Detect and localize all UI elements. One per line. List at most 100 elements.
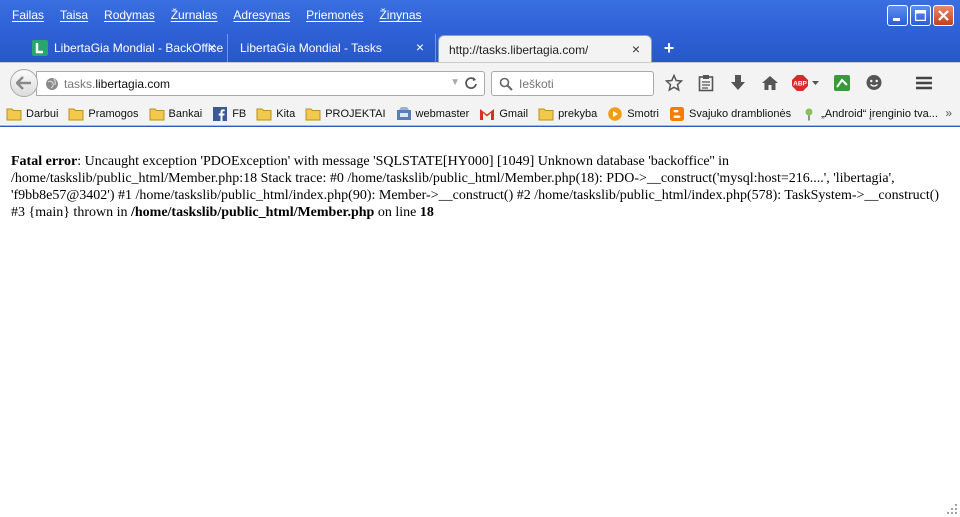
error-line: 18 — [419, 205, 434, 220]
menu-tools[interactable]: Priemonės — [298, 6, 371, 24]
open-menu-button[interactable] — [912, 71, 936, 95]
bookmark-android[interactable]: „Android“ įrenginio tva... — [801, 107, 938, 121]
minimize-icon — [893, 18, 900, 21]
menu-help[interactable]: Žinynas — [371, 6, 429, 24]
chat-button[interactable] — [862, 71, 886, 95]
webmaster-icon — [396, 106, 411, 120]
menu-bar: Failas Taisa Rodymas Žurnalas Adresynas … — [4, 6, 430, 24]
page-content: Fatal error: Uncaught exception 'PDOExce… — [0, 127, 960, 517]
bookmark-label: Bankai — [168, 107, 203, 120]
tab-label: LibertaGia Mondial - BackOffice — [54, 41, 224, 55]
bookmark-folder-kita[interactable]: Kita — [256, 107, 295, 121]
download-arrow-icon — [731, 75, 745, 90]
folder-icon — [6, 108, 22, 120]
menu-view[interactable]: Rodymas — [96, 6, 163, 24]
close-icon — [938, 10, 949, 21]
bookmark-fb[interactable]: FB — [212, 106, 247, 121]
new-tab-button[interactable]: + — [660, 39, 678, 57]
folder-icon — [538, 108, 554, 120]
folder-icon — [149, 108, 165, 120]
globe-icon — [46, 77, 58, 90]
bookmark-folder-projektai[interactable]: PROJEKTAI — [305, 107, 386, 121]
bookmark-label: PROJEKTAI — [325, 107, 386, 120]
tab-close-icon[interactable]: × — [205, 40, 219, 54]
bookmark-label: Smotri — [627, 107, 659, 120]
bookmark-label: prekyba — [558, 107, 598, 120]
adblock-button[interactable]: ABP — [790, 71, 822, 95]
bookmark-smotri[interactable]: Smotri — [607, 106, 659, 121]
bookmark-label: Svajuko dramblionės — [688, 107, 792, 120]
home-icon — [762, 76, 778, 90]
bookmark-svajuko[interactable]: Svajuko dramblionės — [669, 106, 792, 121]
back-arrow-icon — [16, 76, 31, 90]
tab-active-url[interactable]: http://tasks.libertagia.com/ × — [438, 35, 652, 64]
back-button[interactable] — [10, 69, 38, 97]
url-bar[interactable]: tasks.libertagia.com ▼ — [36, 71, 485, 96]
adblock-plus-icon: ABP — [792, 75, 819, 91]
bookmark-folder-bankai[interactable]: Bankai — [149, 107, 203, 121]
search-icon — [499, 77, 513, 91]
bookmark-gmail[interactable]: Gmail — [479, 107, 528, 121]
menu-edit[interactable]: Taisa — [52, 6, 96, 24]
tab-close-icon[interactable]: × — [413, 40, 427, 54]
android-icon — [805, 108, 813, 120]
bookmark-label: webmaster — [415, 107, 470, 120]
bookmark-label: „Android“ įrenginio tva... — [821, 107, 938, 120]
tab-tasks[interactable]: LibertaGia Mondial - Tasks × — [230, 34, 436, 62]
star-icon — [665, 74, 683, 92]
bookmark-webmaster[interactable]: webmaster — [396, 106, 470, 121]
close-button[interactable] — [933, 5, 954, 26]
error-file: /home/taskslib/public_html/Member.php — [130, 205, 375, 220]
folder-icon — [256, 108, 272, 120]
bookmark-folder-prekyba[interactable]: prekyba — [538, 107, 597, 121]
reading-list-button[interactable] — [694, 71, 718, 95]
window-titlebar: Failas Taisa Rodymas Žurnalas Adresynas … — [0, 0, 960, 66]
maximize-button[interactable] — [910, 5, 931, 26]
bookmark-label: FB — [232, 107, 247, 120]
bookmark-star-button[interactable] — [662, 71, 686, 95]
toolbar-icons: ABP — [662, 71, 944, 95]
hamburger-menu-icon — [916, 76, 932, 90]
bookmark-folder-pramogos[interactable]: Pramogos — [68, 107, 139, 121]
tab-close-icon[interactable]: × — [629, 42, 643, 56]
reload-icon[interactable] — [463, 75, 479, 91]
bookmark-label: Darbui — [26, 107, 59, 120]
bookmarks-toolbar: Darbui Pramogos Bankai FB Kita PROJEKTAI… — [0, 102, 960, 126]
minimize-button[interactable] — [887, 5, 908, 26]
facebook-icon — [213, 106, 228, 121]
bookmark-folder-darbui[interactable]: Darbui — [6, 107, 58, 121]
navigation-bar: tasks.libertagia.com ▼ ABP — [0, 62, 960, 102]
gmail-icon — [480, 108, 495, 120]
menu-bookmarks[interactable]: Adresynas — [225, 6, 298, 24]
folder-icon — [305, 108, 321, 120]
resize-grip-icon[interactable] — [946, 503, 958, 515]
green-extension-icon — [834, 75, 850, 91]
bookmark-label: Kita — [276, 107, 296, 120]
window-controls — [887, 5, 954, 26]
tab-strip: LibertaGia Mondial - BackOffice × Libert… — [0, 34, 960, 64]
url-domain: libertagia.com — [95, 76, 171, 91]
bookmarks-overflow-chevron-icon[interactable]: » — [945, 106, 952, 120]
error-line-prefix: on line — [374, 205, 420, 220]
smotri-icon — [608, 106, 623, 121]
error-label: Fatal error — [11, 154, 78, 169]
clipboard-icon — [698, 75, 714, 92]
smiley-chat-icon — [866, 75, 882, 90]
maximize-icon — [915, 10, 926, 21]
search-input[interactable] — [519, 76, 639, 91]
tab-backoffice[interactable]: LibertaGia Mondial - BackOffice × — [22, 34, 228, 62]
folder-icon — [68, 108, 84, 120]
libertagia-favicon-icon — [32, 40, 48, 56]
menu-history[interactable]: Žurnalas — [163, 6, 226, 24]
bookmark-label: Gmail — [499, 107, 529, 120]
home-button[interactable] — [758, 71, 782, 95]
menu-file[interactable]: Failas — [4, 6, 52, 24]
search-bar[interactable] — [491, 71, 654, 96]
url-history-dropdown-icon[interactable]: ▼ — [450, 77, 460, 88]
downloads-button[interactable] — [726, 71, 750, 95]
svg-text:ABP: ABP — [793, 81, 807, 88]
tab-label: LibertaGia Mondial - Tasks — [240, 41, 382, 55]
extension-button[interactable] — [830, 71, 854, 95]
url-text[interactable]: tasks.libertagia.com — [64, 77, 170, 91]
php-fatal-error-message: Fatal error: Uncaught exception 'PDOExce… — [11, 153, 946, 221]
